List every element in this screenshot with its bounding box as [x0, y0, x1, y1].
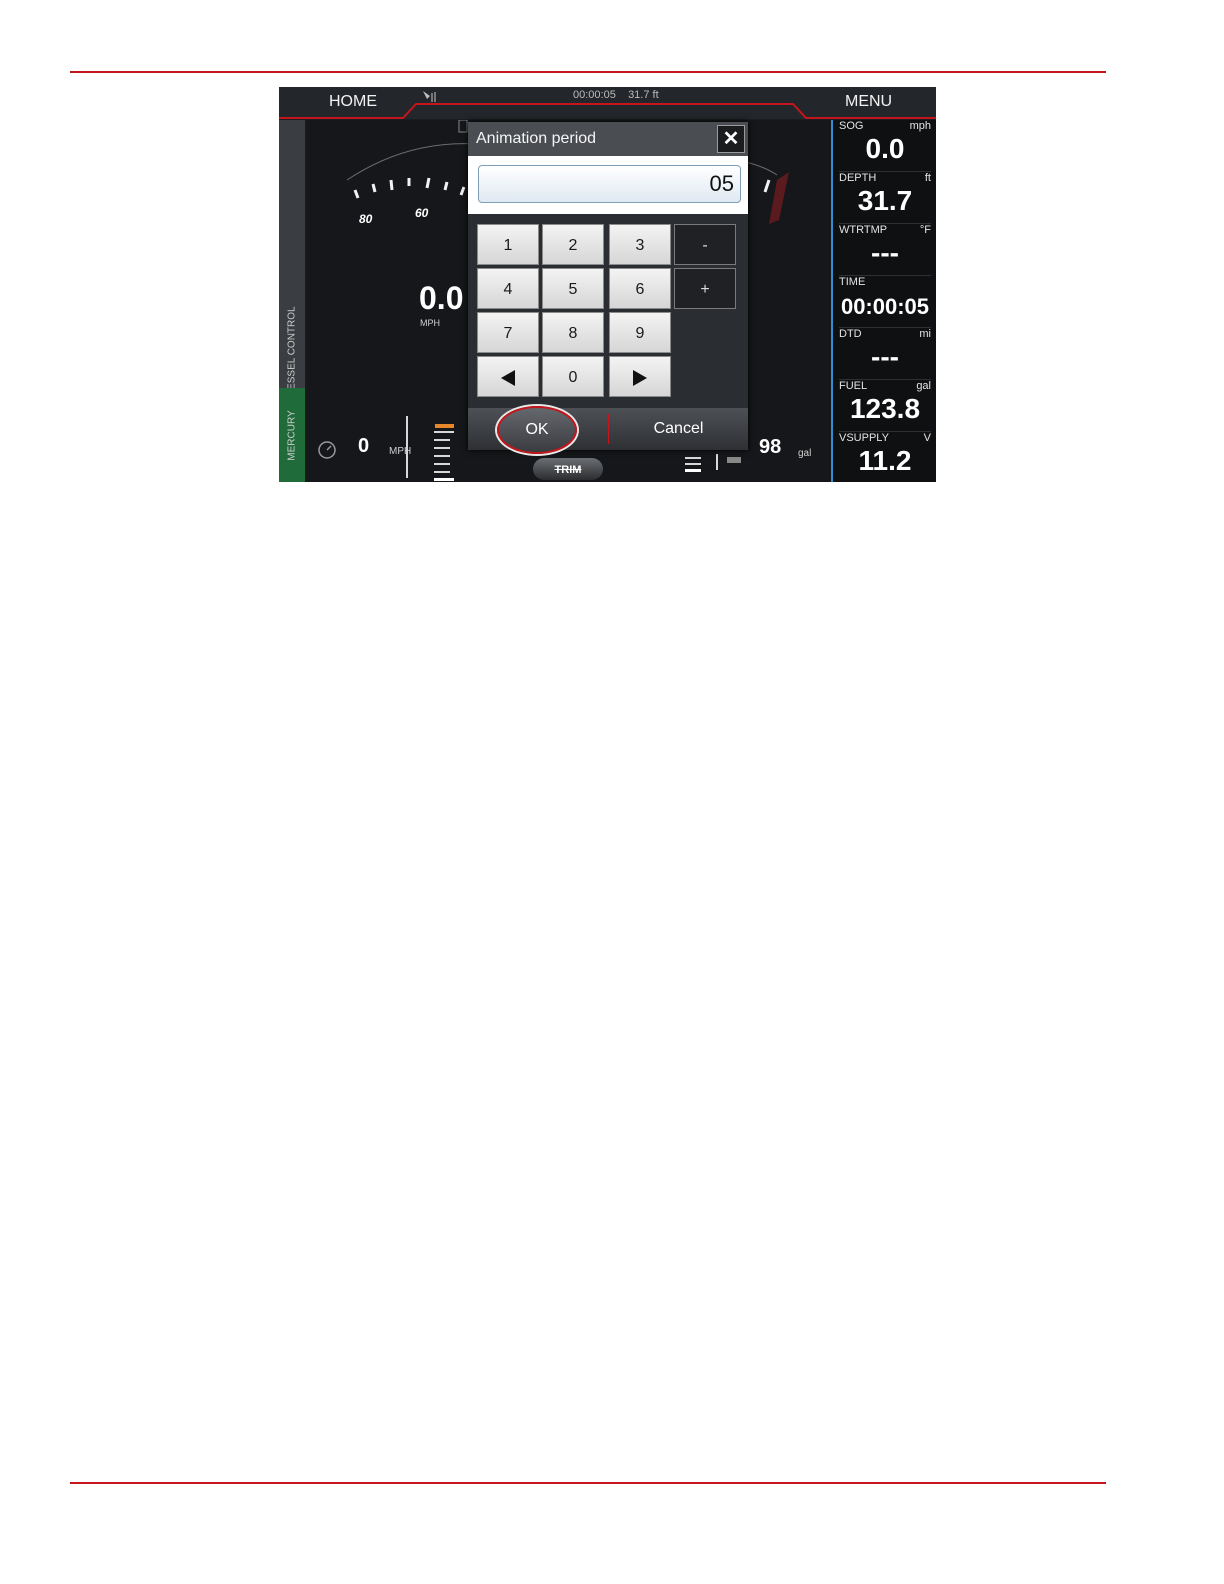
key-5[interactable]: 5	[542, 268, 604, 309]
menu-button[interactable]: MENU	[845, 93, 892, 111]
tick-label-60: 60	[415, 206, 429, 220]
data-box-wtrtmp[interactable]: WTRTMP °F ---	[839, 224, 931, 276]
status-time: 00:00:05	[573, 89, 616, 101]
key-minus[interactable]: -	[674, 224, 736, 265]
key-0[interactable]: 0	[542, 356, 604, 397]
speed-value: 0.0	[419, 280, 464, 316]
tab-vessel-control-label: VESSEL CONTROL	[286, 305, 298, 397]
key-8[interactable]: 8	[542, 312, 604, 353]
trim-label: TRIM	[554, 464, 582, 476]
cursor-right-button[interactable]	[609, 356, 671, 397]
key-6[interactable]: 6	[609, 268, 671, 309]
data-unit: mi	[919, 328, 931, 340]
close-icon: ✕	[722, 128, 740, 150]
key-9[interactable]: 9	[609, 312, 671, 353]
data-value: 0.0	[865, 133, 905, 164]
status-readout: 00:00:05 31.7 ft	[573, 89, 659, 101]
data-box-depth[interactable]: DEPTH ft 31.7	[839, 172, 931, 224]
data-box-dtd[interactable]: DTD mi ---	[839, 328, 931, 380]
tab-mercury-label: MERCURY	[286, 409, 298, 461]
data-value: ---	[871, 237, 899, 268]
data-unit: gal	[916, 380, 931, 392]
data-label: DEPTH	[839, 172, 877, 184]
top-bar: HOME MENU 00:00:05 31.7 ft	[279, 87, 936, 119]
key-4[interactable]: 4	[477, 268, 539, 309]
data-box-fuel[interactable]: FUEL gal 123.8	[839, 380, 931, 432]
input-area: 05	[468, 156, 748, 214]
fuel-value: 98	[759, 436, 782, 458]
dialog-title-bar: Animation period ✕	[468, 122, 748, 156]
data-label: VSUPPLY	[839, 432, 889, 444]
data-box-time[interactable]: TIME 00:00:05	[839, 276, 931, 328]
data-value: 00:00:05	[840, 294, 930, 319]
device-screenshot: HOME MENU 00:00:05 31.7 ft VESSEL CONTRO…	[279, 87, 936, 482]
data-label: WTRTMP	[839, 224, 888, 236]
animation-period-dialog: Animation period ✕ 05 1 2 3 - 4 5 6 + 7 …	[468, 122, 748, 454]
key-1[interactable]: 1	[477, 224, 539, 265]
data-label: FUEL	[839, 380, 868, 392]
home-button[interactable]: HOME	[329, 93, 377, 111]
page-header-rule	[70, 71, 1106, 73]
bottom-speed-unit: MPH	[389, 446, 412, 457]
speed-unit: MPH	[420, 318, 440, 328]
dialog-title: Animation period	[476, 130, 597, 147]
bottom-speed-value: 0	[358, 435, 370, 457]
cursor-left-button[interactable]	[477, 356, 539, 397]
status-depth: 31.7 ft	[628, 89, 659, 101]
close-button[interactable]: ✕	[717, 125, 745, 153]
arrow-right-icon	[633, 369, 647, 386]
data-value: ---	[871, 341, 899, 372]
arrow-left-icon	[501, 369, 515, 386]
data-box-sog[interactable]: SOG mph 0.0	[839, 120, 931, 172]
cancel-button[interactable]: Cancel	[609, 408, 748, 450]
data-unit: ft	[924, 172, 931, 184]
speed-readout-clip: 0.0	[419, 280, 468, 320]
data-label: TIME	[839, 276, 866, 288]
data-label: DTD	[839, 328, 862, 340]
data-unit: °F	[919, 224, 931, 236]
tab-vessel-control[interactable]: VESSEL CONTROL	[279, 120, 305, 396]
data-box-vsupply[interactable]: VSUPPLY V 11.2	[839, 432, 931, 482]
fuel-unit: gal	[798, 448, 812, 459]
number-input[interactable]: 05	[478, 165, 741, 203]
data-value: 11.2	[858, 445, 912, 476]
tab-mercury[interactable]: MERCURY	[279, 388, 305, 482]
ok-button[interactable]: OK	[497, 406, 577, 454]
data-unit: mph	[909, 120, 931, 132]
data-unit: V	[923, 432, 931, 444]
data-panel: SOG mph 0.0 DEPTH ft 31.7 WTRTMP °F --- …	[831, 120, 936, 482]
key-7[interactable]: 7	[477, 312, 539, 353]
tick-label-80: 80	[359, 212, 373, 226]
left-rail: VESSEL CONTROL MERCURY	[279, 120, 307, 482]
data-value: 123.8	[849, 393, 921, 424]
key-2[interactable]: 2	[542, 224, 604, 265]
satellite-icon	[423, 91, 436, 102]
key-3[interactable]: 3	[609, 224, 671, 265]
data-label: SOG	[839, 120, 864, 132]
key-plus[interactable]: +	[674, 268, 736, 309]
data-value: 31.7	[857, 185, 913, 216]
trim-button[interactable]: TRIM	[533, 458, 603, 480]
page-footer-rule	[70, 1482, 1106, 1484]
